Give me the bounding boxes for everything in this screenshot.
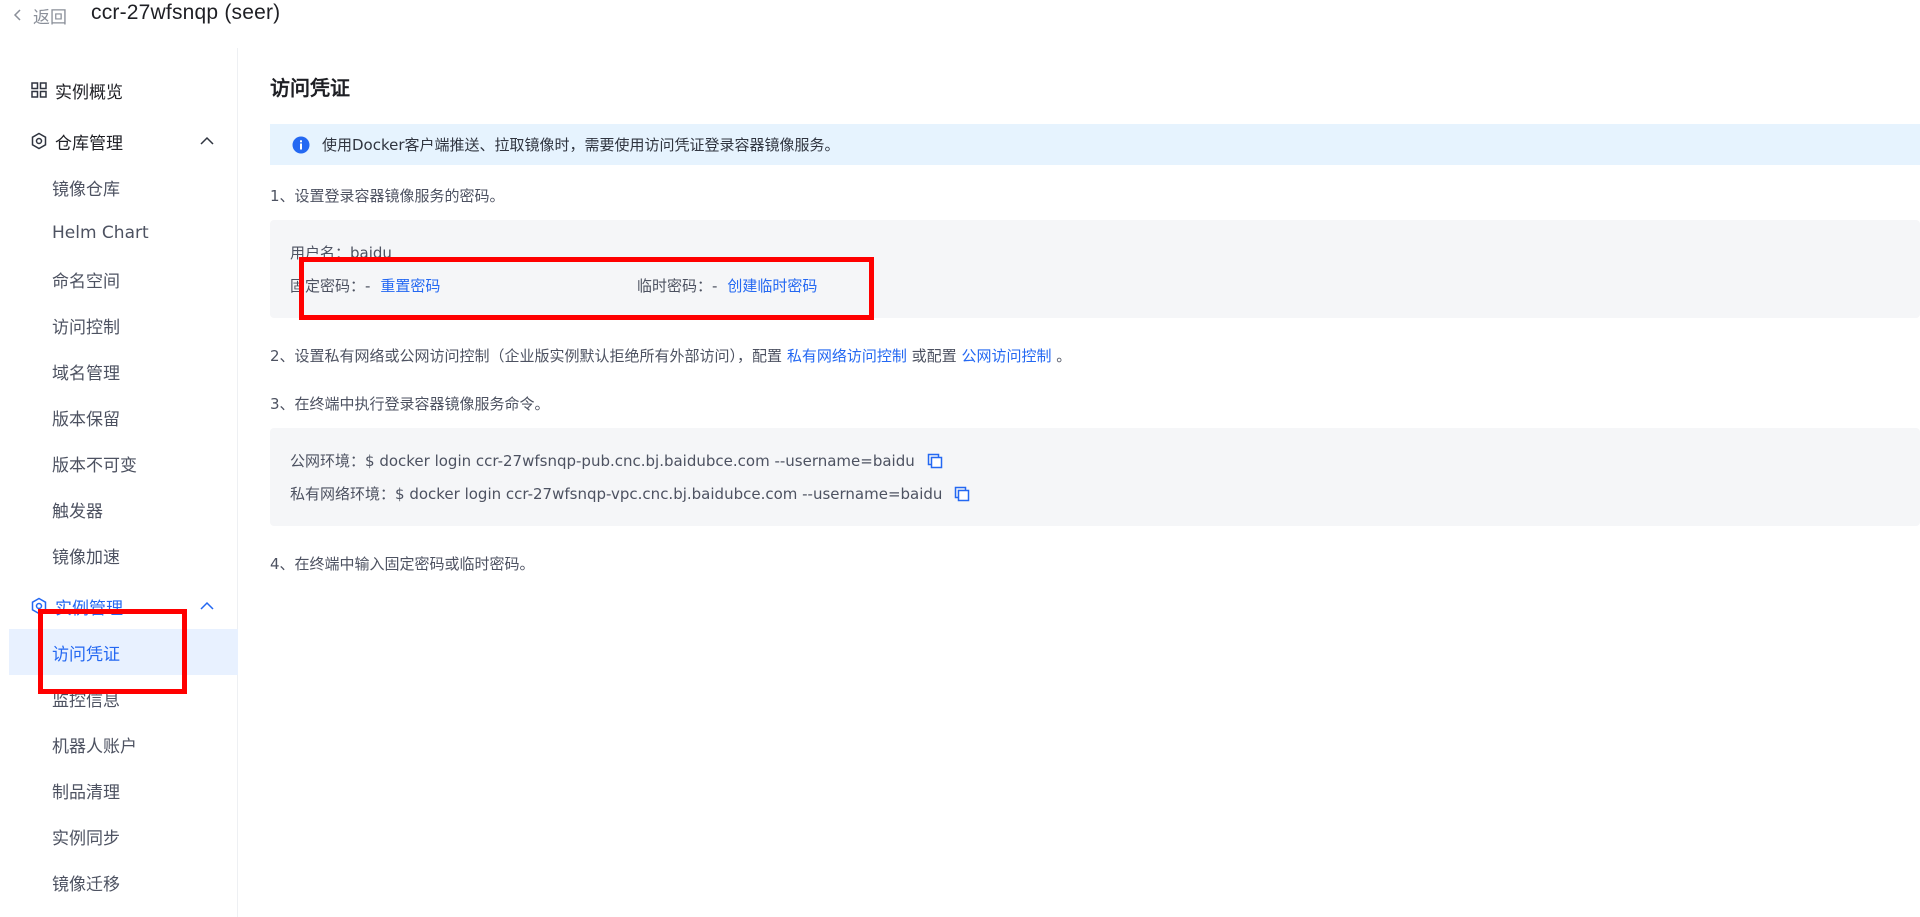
step-1-text: 1、设置登录容器镜像服务的密码。	[270, 187, 505, 205]
username-row: 用户名： baidu	[290, 242, 392, 263]
back-label: 返回	[33, 7, 67, 28]
sidebar-item-label: 镜像迁移	[52, 874, 120, 895]
sidebar-item-label: 机器人账户	[52, 736, 137, 757]
sidebar-item-image-repo[interactable]: 镜像仓库	[9, 164, 238, 210]
step-2-text: 2、设置私有网络或公网访问控制（企业版实例默认拒绝所有外部访问），配置 私有网络…	[270, 345, 1071, 366]
vpc-access-control-link[interactable]: 私有网络访问控制	[787, 347, 907, 365]
sidebar-item-image-migration[interactable]: 镜像迁移	[9, 859, 238, 905]
grid-icon	[31, 82, 47, 98]
sidebar-item-robot-account[interactable]: 机器人账户	[9, 721, 238, 767]
reset-password-link[interactable]: 重置密码	[380, 275, 440, 296]
back-button[interactable]: 返回	[12, 3, 67, 28]
step-4-text: 4、在终端中输入固定密码或临时密码。	[270, 555, 535, 573]
step-2-prefix: 2、设置私有网络或公网访问控制（企业版实例默认拒绝所有外部访问），配置	[270, 347, 783, 365]
sidebar-item-artifact-cleanup[interactable]: 制品清理	[9, 767, 238, 813]
sidebar-group-label: 实例管理	[55, 598, 123, 619]
temp-password-label: 临时密码：-	[637, 277, 718, 295]
step-3-text: 3、在终端中执行登录容器镜像服务命令。	[270, 395, 550, 413]
sidebar-item-monitoring[interactable]: 监控信息	[9, 675, 238, 721]
section-title: 访问凭证	[270, 76, 350, 100]
chevron-up-icon[interactable]	[200, 135, 214, 147]
password-row: 固定密码：- 重置密码	[290, 275, 440, 296]
sidebar-item-label: 触发器	[52, 501, 103, 522]
sidebar-item-overview[interactable]: 实例概览	[9, 67, 238, 113]
public-access-control-link[interactable]: 公网访问控制	[961, 347, 1051, 365]
step-2-mid: 或配置	[911, 347, 957, 365]
sidebar-item-label: 访问凭证	[52, 644, 120, 665]
private-env-command: $ docker login ccr-27wfsnqp-vpc.cnc.bj.b…	[395, 484, 943, 503]
repo-gear-icon	[31, 132, 47, 150]
sidebar-item-label: 域名管理	[52, 363, 120, 384]
sidebar-item-label: 实例同步	[52, 828, 120, 849]
sidebar-item-label: 监控信息	[52, 690, 120, 711]
sidebar-item-credentials[interactable]: 访问凭证	[9, 629, 238, 675]
public-env-command: $ docker login ccr-27wfsnqp-pub.cnc.bj.b…	[365, 451, 915, 470]
sidebar-item-instance-sync[interactable]: 实例同步	[9, 813, 238, 859]
command-box: 公网环境： $ docker login ccr-27wfsnqp-pub.cn…	[270, 428, 1920, 526]
sidebar-item-label: 镜像仓库	[52, 179, 120, 200]
sidebar-item-retention[interactable]: 版本保留	[9, 394, 238, 440]
page-title: ccr-27wfsnqp (seer)	[91, 1, 281, 24]
sidebar-item-label: 命名空间	[52, 271, 120, 292]
public-env-label: 公网环境：	[290, 452, 366, 470]
sidebar-group-label: 仓库管理	[55, 133, 123, 154]
sidebar-item-label: 镜像加速	[52, 547, 120, 568]
sidebar-item-immutable[interactable]: 版本不可变	[9, 440, 238, 486]
private-env-label: 私有网络环境：	[290, 485, 396, 503]
password-box: 用户名： baidu 固定密码：- 重置密码 临时密码：- 创建临时密码	[270, 220, 1920, 318]
sidebar-item-acceleration[interactable]: 镜像加速	[9, 532, 238, 578]
chevron-up-icon[interactable]	[200, 600, 214, 612]
sidebar-group-repo[interactable]: 仓库管理	[9, 118, 238, 164]
instance-gear-icon	[31, 597, 47, 615]
banner-text: 使用Docker客户端推送、拉取镜像时，需要使用访问凭证登录容器镜像服务。	[322, 136, 840, 154]
step-2-suffix: 。	[1056, 347, 1072, 365]
sidebar-item-label: Helm Chart	[52, 223, 149, 243]
username-label: 用户名：	[290, 244, 351, 262]
sidebar-item-label: 版本不可变	[52, 455, 137, 476]
sidebar-item-trigger[interactable]: 触发器	[9, 486, 238, 532]
temp-password-row: 临时密码：- 创建临时密码	[637, 275, 817, 296]
fixed-password-label: 固定密码：-	[290, 277, 371, 295]
sidebar: 实例概览 仓库管理 镜像仓库 Helm Chart 命名空间 访问控制 域名管理…	[9, 48, 238, 917]
copy-icon[interactable]	[954, 486, 970, 502]
sidebar-item-label: 版本保留	[52, 409, 120, 430]
sidebar-group-instance[interactable]: 实例管理	[9, 583, 238, 629]
sidebar-item-label: 访问控制	[52, 317, 120, 338]
sidebar-item-access-control[interactable]: 访问控制	[9, 302, 238, 348]
copy-icon[interactable]	[927, 453, 943, 469]
chevron-left-icon	[13, 9, 21, 21]
main-content: 访问凭证 使用Docker客户端推送、拉取镜像时，需要使用访问凭证登录容器镜像服…	[238, 48, 1920, 917]
info-banner: 使用Docker客户端推送、拉取镜像时，需要使用访问凭证登录容器镜像服务。	[270, 124, 1920, 165]
username-value: baidu	[350, 243, 392, 262]
create-temp-password-link[interactable]: 创建临时密码	[727, 275, 817, 296]
info-icon	[292, 136, 310, 153]
sidebar-item-label: 制品清理	[52, 782, 120, 803]
sidebar-item-label: 实例概览	[55, 82, 123, 103]
private-env-row: 私有网络环境： $ docker login ccr-27wfsnqp-vpc.…	[290, 483, 970, 504]
header: 返回 ccr-27wfsnqp (seer)	[0, 0, 1920, 32]
sidebar-item-domain[interactable]: 域名管理	[9, 348, 238, 394]
public-env-row: 公网环境： $ docker login ccr-27wfsnqp-pub.cn…	[290, 450, 943, 471]
sidebar-item-helm-chart[interactable]: Helm Chart	[9, 210, 238, 256]
sidebar-item-namespace[interactable]: 命名空间	[9, 256, 238, 302]
